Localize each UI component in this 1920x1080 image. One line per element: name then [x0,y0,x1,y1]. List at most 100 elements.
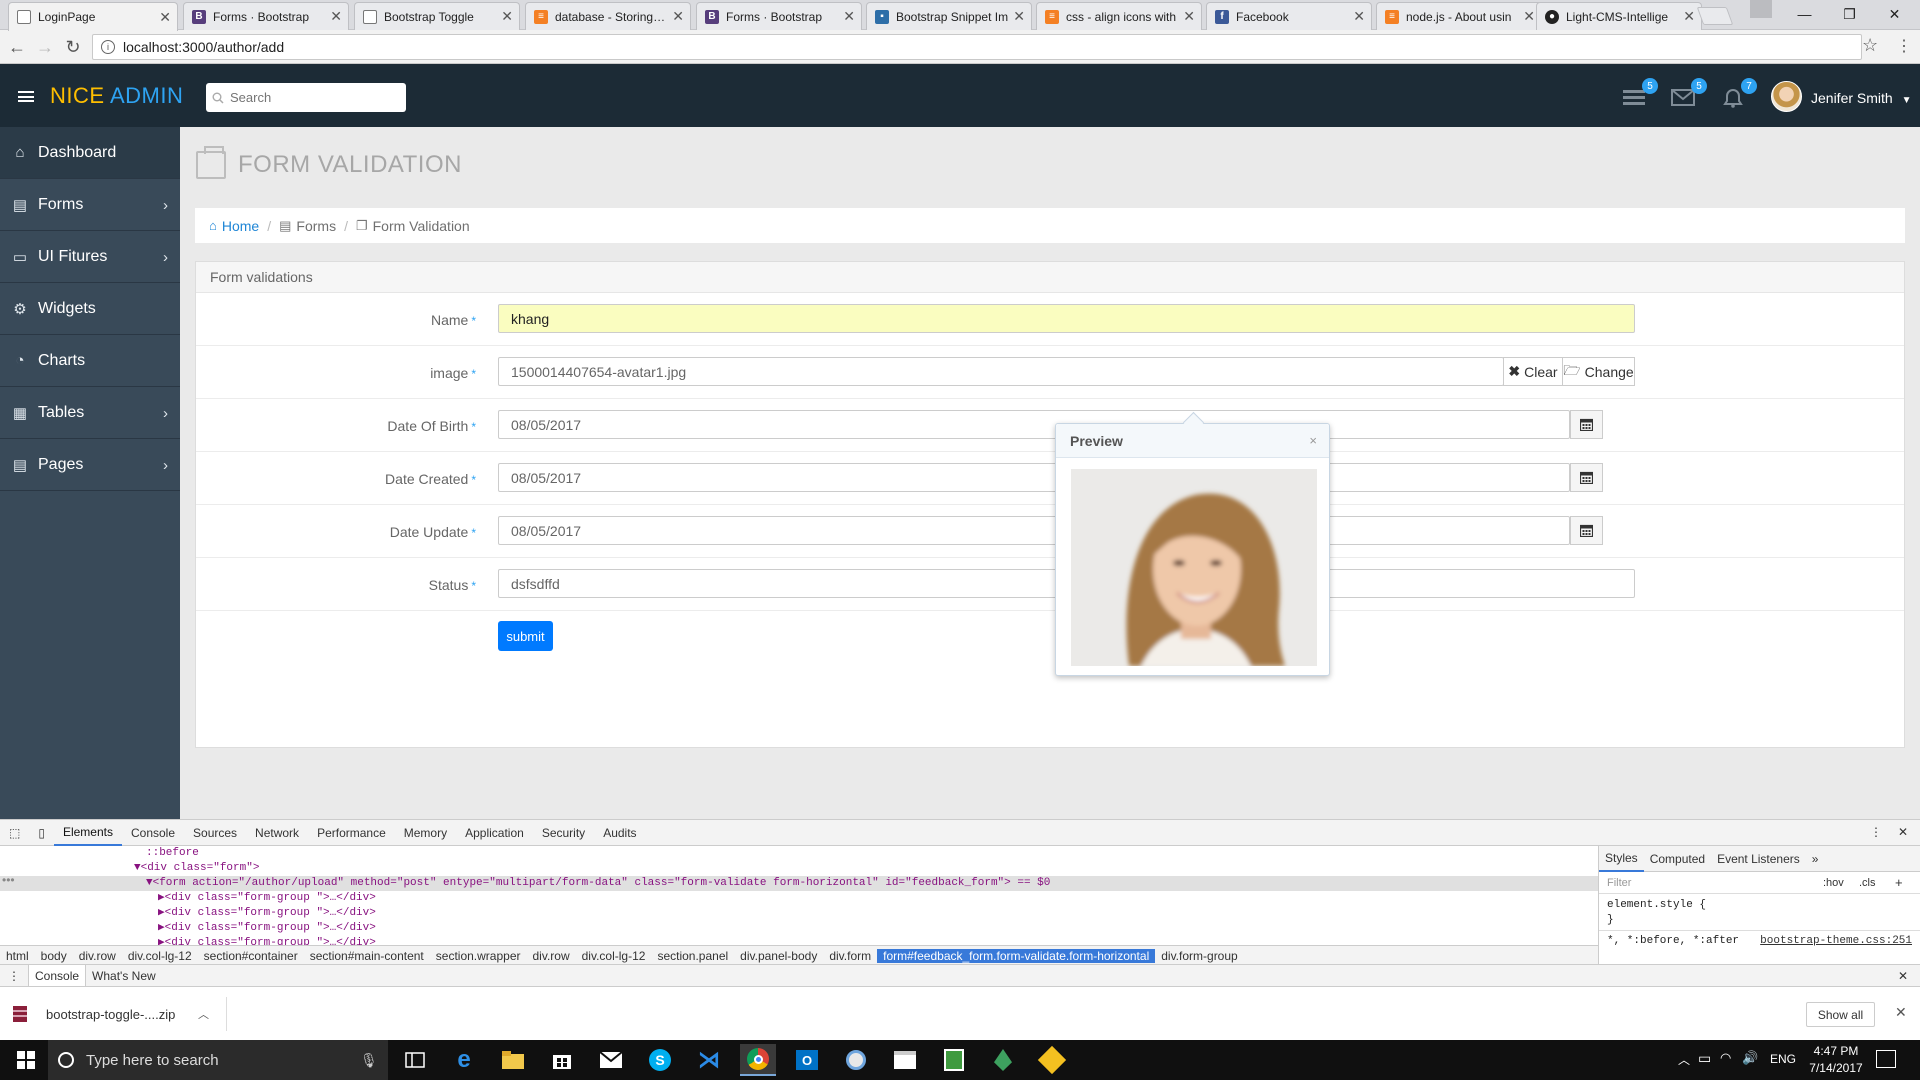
tree-line[interactable]: ▶<div class="form-group ">…</div> [0,891,1598,906]
browser-tab[interactable]: LoginPage ✕ [8,2,178,31]
dom-crumb[interactable]: section.wrapper [430,949,527,963]
sidebar-item-tables[interactable]: ▦ Tables › [0,387,180,439]
devtools-tab-console[interactable]: Console [122,820,184,846]
devtools-tab-performance[interactable]: Performance [308,820,395,846]
breadcrumb-forms[interactable]: Forms [296,218,336,234]
chevron-up-icon[interactable]: ︿ [198,1006,209,1022]
bookmark-star-icon[interactable]: ☆ [1862,35,1878,56]
devtools-tab-audits[interactable]: Audits [594,820,645,846]
styles-tab[interactable]: Styles [1599,846,1644,872]
devtools-tab-elements[interactable]: Elements [53,820,122,846]
drawer-tab-console[interactable]: Console [28,964,87,987]
dom-crumb[interactable]: div.panel-body [734,949,823,963]
breadcrumb-home-link[interactable]: Home [222,218,259,234]
date-update-calendar-button[interactable] [1570,516,1603,545]
rule-source-link[interactable]: bootstrap-theme.css:251 [1760,935,1912,947]
date-update-input[interactable]: 08/05/2017 [498,516,1570,545]
close-tab-icon[interactable]: ✕ [159,9,171,26]
more-icon[interactable]: ••• [2,873,15,887]
devtools-close-icon[interactable]: ✕ [1898,825,1908,839]
search-input[interactable] [230,90,400,105]
close-window-icon[interactable]: ✕ [1872,0,1917,28]
inspect-element-icon[interactable]: ⬚ [0,820,29,846]
close-downloads-icon[interactable]: ✕ [1895,1004,1907,1021]
date-created-input[interactable]: 08/05/2017 [498,463,1570,492]
dom-crumb[interactable]: div.row [527,949,576,963]
drawer-close-icon[interactable]: ✕ [1898,969,1908,983]
search-box[interactable] [206,83,406,112]
drawer-tab-whats-new[interactable]: What's New [86,969,162,983]
close-tab-icon[interactable]: ✕ [330,8,342,25]
devtools-menu-icon[interactable]: ⋮ [1870,825,1882,839]
wifi-icon[interactable]: ◠ [1720,1050,1731,1066]
download-item[interactable]: bootstrap-toggle-....zip ︿ [12,997,227,1031]
close-tab-icon[interactable]: ✕ [1523,8,1535,25]
dom-crumb[interactable]: section.panel [651,949,734,963]
tree-line[interactable]: ▶<div class="form-group ">…</div> [0,921,1598,936]
brand-logo[interactable]: NICE ADMIN [50,83,183,109]
class-toggle[interactable]: .cls [1859,877,1876,889]
restore-icon[interactable]: ❐ [1827,0,1872,28]
devtools-tab-network[interactable]: Network [246,820,308,846]
devtools-tab-application[interactable]: Application [456,820,533,846]
dob-calendar-button[interactable] [1570,410,1603,439]
close-tab-icon[interactable]: ✕ [1353,8,1365,25]
tasks-button[interactable]: 5 [1622,78,1658,108]
browser-tab[interactable]: ≡ node.js - About usin ✕ [1376,2,1542,30]
show-all-button[interactable]: Show all [1806,1002,1875,1027]
close-tab-icon[interactable]: ✕ [843,8,855,25]
sidebar-item-forms[interactable]: ▤ Forms › [0,179,180,231]
url-field[interactable]: i localhost:3000/author/add [92,34,1862,60]
more-tabs-icon[interactable]: » [1806,852,1825,866]
language-indicator[interactable]: ENG [1770,1052,1796,1066]
taskbar-search[interactable]: Type here to search 🎙 [48,1040,388,1080]
new-tab-button[interactable] [1696,7,1734,25]
sidebar-item-ui-fitures[interactable]: ▭ UI Fitures › [0,231,180,283]
hover-state-toggle[interactable]: :hov [1823,877,1844,889]
dom-crumb[interactable]: section#main-content [304,949,430,963]
browser-tab[interactable]: ≡ database - Storing im ✕ [525,2,691,30]
close-icon[interactable]: × [1309,433,1317,448]
add-rule-icon[interactable]: + [1895,875,1903,890]
file-explorer-icon[interactable] [495,1044,531,1076]
device-toolbar-icon[interactable]: ▯ [29,820,54,846]
devtools-tab-security[interactable]: Security [533,820,594,846]
avatar[interactable] [1771,81,1802,112]
date-created-calendar-button[interactable] [1570,463,1603,492]
reload-icon[interactable]: ↻ [62,36,84,58]
browser-tab[interactable]: Bootstrap Toggle ✕ [354,2,520,30]
devtools-tab-sources[interactable]: Sources [184,820,246,846]
browser-tab[interactable]: f Facebook ✕ [1206,2,1372,30]
vscode-icon[interactable]: ⋊ [691,1044,727,1076]
clear-image-button[interactable]: ✖ Clear [1503,357,1563,386]
browser-tab[interactable]: B Forms · Bootstrap ✕ [696,2,862,30]
action-center-icon[interactable] [1876,1050,1896,1068]
close-tab-icon[interactable]: ✕ [501,8,513,25]
minimize-icon[interactable]: — [1782,0,1827,28]
store-icon[interactable] [544,1044,580,1076]
dom-crumb[interactable]: section#container [198,949,304,963]
close-tab-icon[interactable]: ✕ [672,8,684,25]
task-view-icon[interactable] [397,1044,433,1076]
back-icon[interactable]: ← [6,36,28,58]
mail-app-icon[interactable] [593,1044,629,1076]
paint-icon[interactable] [838,1044,874,1076]
menu-toggle-icon[interactable] [18,91,34,102]
dom-crumb[interactable]: body [35,949,73,963]
notifications-button[interactable]: 7 [1721,78,1757,108]
sidebar-item-widgets[interactable]: ⚙ Widgets [0,283,180,335]
outlook-icon[interactable]: O [789,1044,825,1076]
dom-crumb[interactable]: div.form [823,949,877,963]
sidebar-item-dashboard[interactable]: ⌂ Dashboard [0,127,180,179]
skype-icon[interactable]: S [642,1044,678,1076]
sidebar-item-charts[interactable]: ◔ Charts [0,335,180,387]
clock[interactable]: 4:47 PM 7/14/2017 [1806,1043,1866,1077]
styles-filter-input[interactable]: Filter [1607,877,1631,889]
browser-tab[interactable]: ● Light-CMS-Intellige ✕ [1536,2,1702,30]
mail-button[interactable]: 5 [1671,78,1707,108]
image-filename-input[interactable]: 1500014407654-avatar1.jpg [498,357,1504,386]
name-input[interactable]: khang [498,304,1635,333]
tree-line[interactable]: ▼<div class="form"> [0,861,1598,876]
edge-icon[interactable]: e [446,1044,482,1076]
info-icon[interactable]: i [101,40,115,54]
